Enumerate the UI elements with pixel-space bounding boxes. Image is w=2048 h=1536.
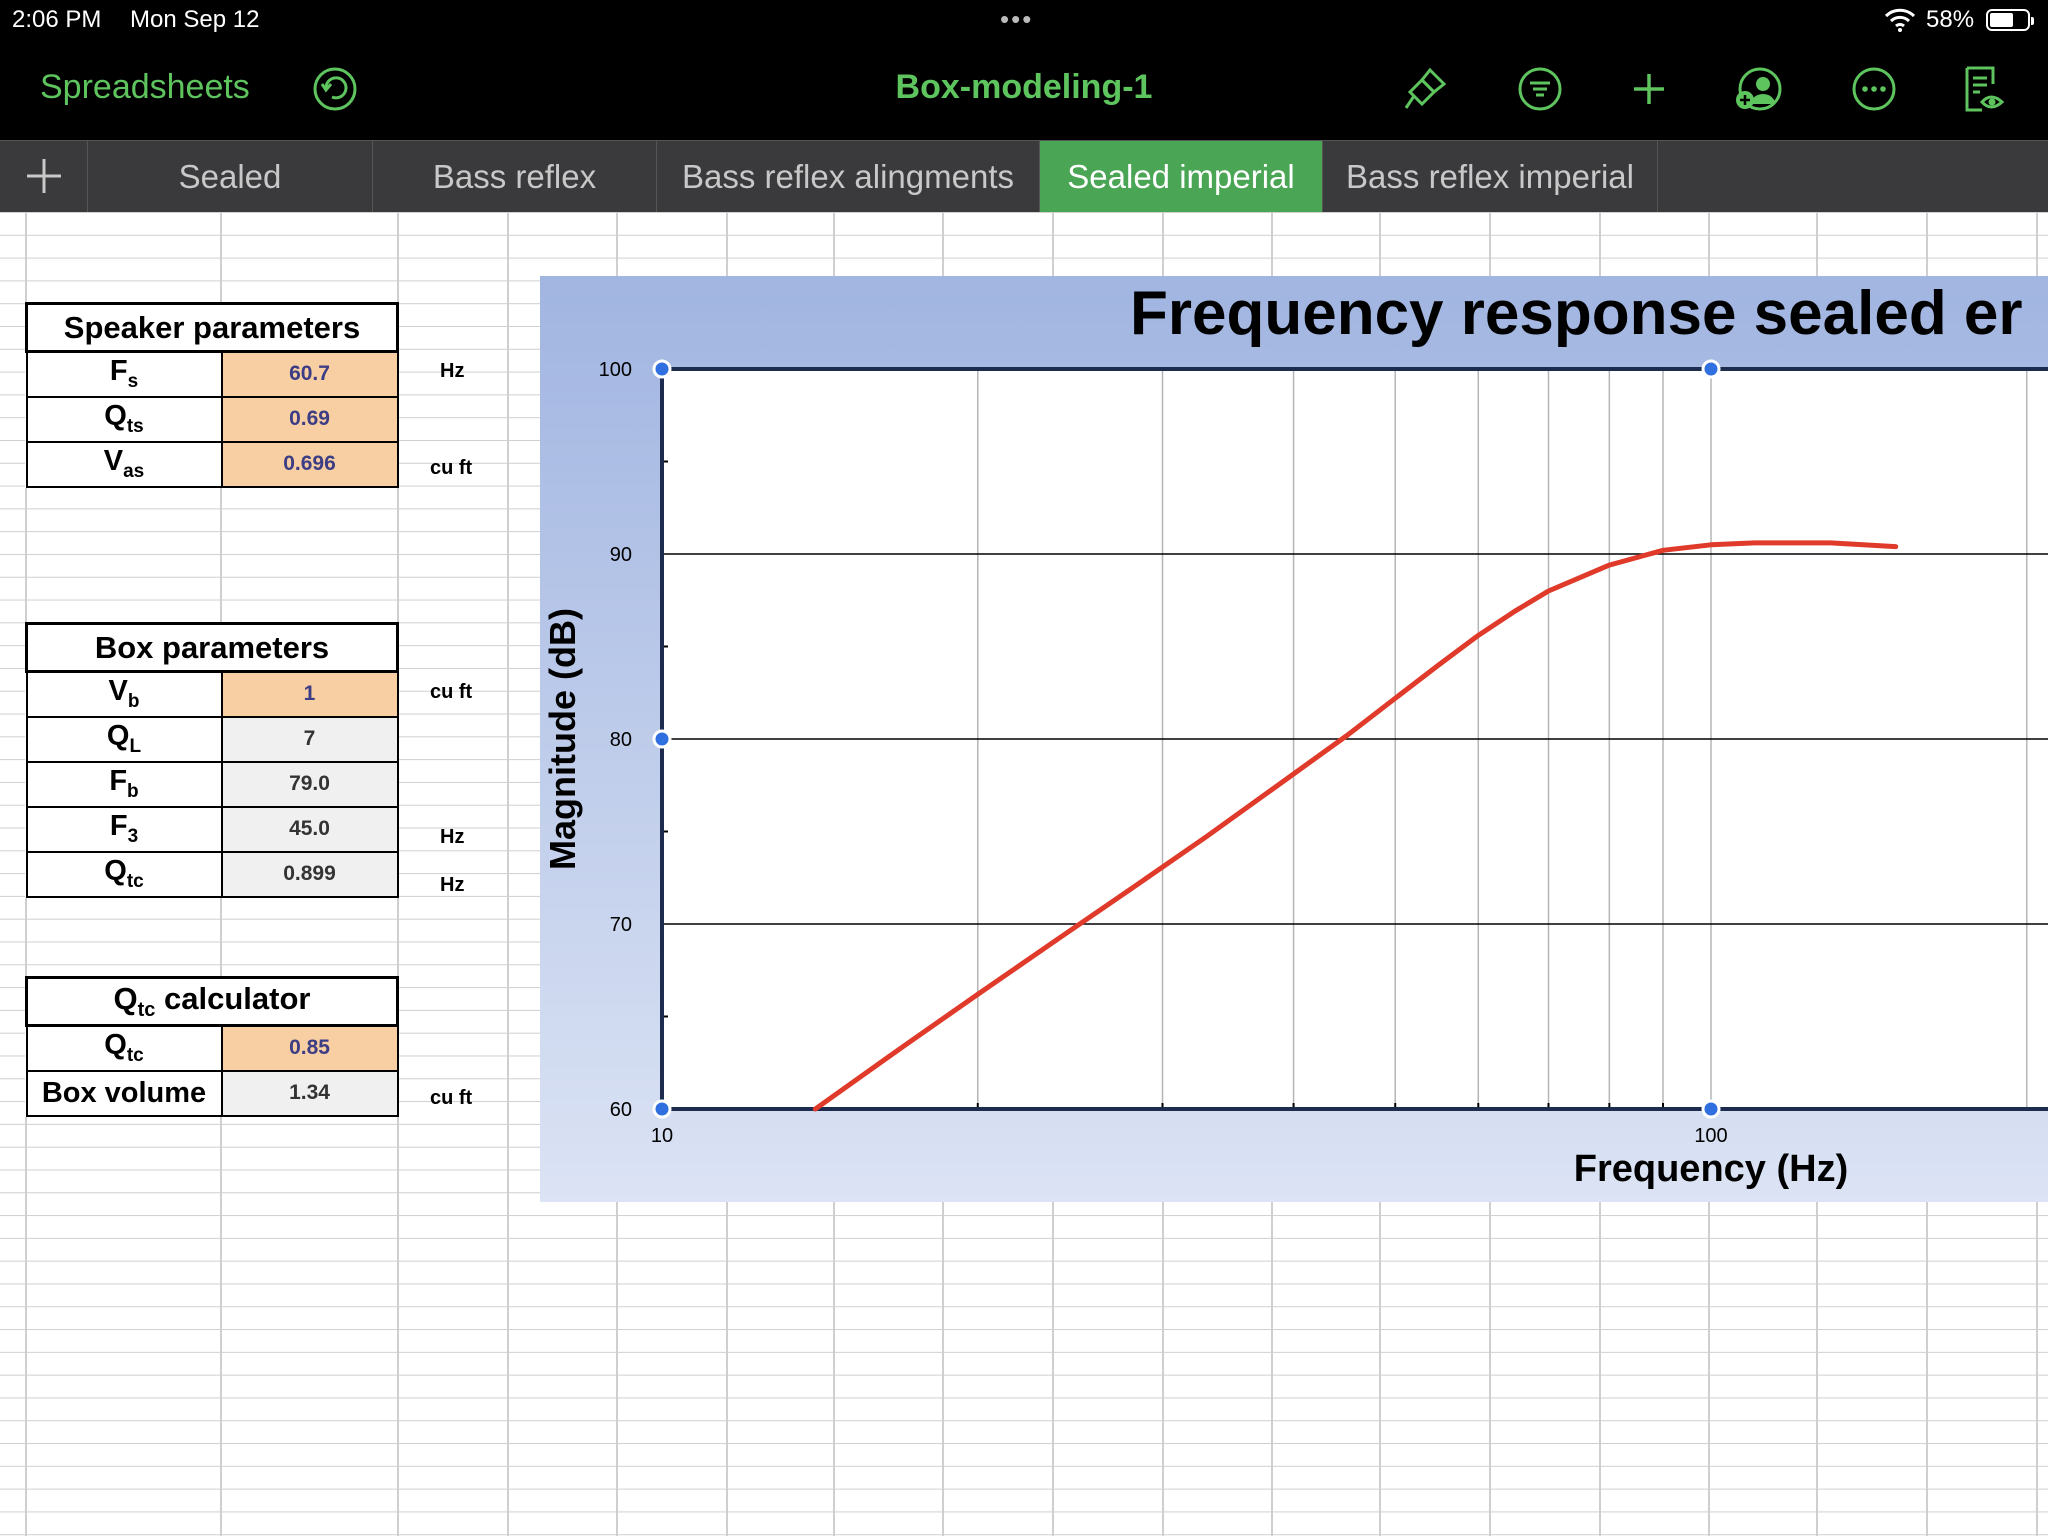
selection-handle[interactable] <box>652 359 672 379</box>
unit-label: Hz <box>440 360 465 382</box>
row-label: Qts <box>25 395 223 443</box>
tab-bass-reflex[interactable]: Bass reflex <box>373 141 657 212</box>
battery-percent: 58% <box>1926 6 1975 33</box>
plus-icon[interactable] <box>1624 64 1674 114</box>
frequency-response-chart[interactable]: Frequency response sealed er 60 70 80 90 100… <box>540 276 2048 1202</box>
y-tick-label: 70 <box>610 914 632 936</box>
reader-view-icon[interactable] <box>1958 64 2008 114</box>
qtc-value-cell[interactable]: 0.899 <box>220 850 399 898</box>
vb-input-cell[interactable]: 1 <box>220 670 399 718</box>
unit-label: Hz <box>440 874 465 896</box>
status-time: 2:06 PM <box>12 6 102 33</box>
tab-bass-reflex-alingments[interactable]: Bass reflex alingments <box>657 141 1040 212</box>
row-label: Box volume <box>25 1069 223 1117</box>
filter-icon[interactable] <box>1515 64 1565 114</box>
y-tick-label: 100 <box>599 359 632 381</box>
tab-sealed-imperial[interactable]: Sealed imperial <box>1040 141 1323 212</box>
row-label: Fs <box>25 350 223 398</box>
row-label: QL <box>25 715 223 763</box>
wifi-icon <box>1884 8 1916 32</box>
add-sheet-button[interactable] <box>0 141 88 212</box>
chart-plot[interactable]: 6070809010010 100Frequency (Hz)Magnitude … <box>540 276 2048 1202</box>
row-label: Vb <box>25 670 223 718</box>
collaborate-icon[interactable] <box>1733 64 1783 114</box>
selection-handle[interactable] <box>1701 359 1721 379</box>
status-bar: 2:06 PM Mon Sep 12 ••• 58% <box>0 0 2048 42</box>
plus-icon <box>27 159 61 193</box>
fb-value-cell[interactable]: 79.0 <box>220 760 399 808</box>
table-header: Speaker parameters <box>25 302 399 353</box>
status-date: Mon Sep 12 <box>130 6 260 33</box>
y-axis-label: Magnitude (dB) <box>542 608 583 870</box>
fs-input-cell[interactable]: 60.7 <box>220 350 399 398</box>
selection-handle[interactable] <box>652 729 672 749</box>
paintbrush-icon[interactable] <box>1400 64 1450 114</box>
y-tick-label: 80 <box>610 729 632 751</box>
y-tick-label: 90 <box>610 544 632 566</box>
x-tick-label: 100 <box>1694 1125 1727 1147</box>
multitasking-dots-icon[interactable]: ••• <box>1000 4 1033 35</box>
row-label: Qtc <box>25 850 223 898</box>
qts-input-cell[interactable]: 0.69 <box>220 395 399 443</box>
selection-handle[interactable] <box>1701 1099 1721 1119</box>
y-tick-label: 60 <box>610 1099 632 1121</box>
x-axis-label: Frequency (Hz) <box>1574 1148 1848 1190</box>
qtc-calculator-table: Qtc calculator Qtc 0.85 Box volume 1.34 <box>25 976 399 1117</box>
more-icon[interactable] <box>1849 64 1899 114</box>
row-label: Qtc <box>25 1024 223 1072</box>
vas-input-cell[interactable]: 0.696 <box>220 440 399 488</box>
sheet-tab-bar: Sealed Bass reflex Bass reflex alingment… <box>0 140 2048 212</box>
ql-value-cell[interactable]: 7 <box>220 715 399 763</box>
selection-handle[interactable] <box>652 1099 672 1119</box>
x-tick-label: 10 <box>651 1125 673 1147</box>
tab-bass-reflex-imperial[interactable]: Bass reflex imperial <box>1323 141 1658 212</box>
unit-label: Hz <box>440 826 465 848</box>
battery-icon <box>1986 9 2034 31</box>
unit-label: cu ft <box>430 681 473 703</box>
unit-label: cu ft <box>430 457 473 479</box>
tab-sealed[interactable]: Sealed <box>88 141 373 212</box>
table-header: Qtc calculator <box>25 976 399 1027</box>
box-volume-value-cell[interactable]: 1.34 <box>220 1069 399 1117</box>
table-header: Box parameters <box>25 622 399 673</box>
speaker-parameters-table: Speaker parameters Fs 60.7 Qts 0.69 Vas … <box>25 302 399 488</box>
f3-value-cell[interactable]: 45.0 <box>220 805 399 853</box>
qtc-input-cell[interactable]: 0.85 <box>220 1024 399 1072</box>
toolbar: Spreadsheets Box-modeling-1 <box>0 42 2048 140</box>
row-label: Vas <box>25 440 223 488</box>
unit-label: cu ft <box>430 1087 473 1109</box>
box-parameters-table: Box parameters Vb 1 QL 7 Fb 79.0 F3 45.0… <box>25 622 399 898</box>
row-label: F3 <box>25 805 223 853</box>
row-label: Fb <box>25 760 223 808</box>
